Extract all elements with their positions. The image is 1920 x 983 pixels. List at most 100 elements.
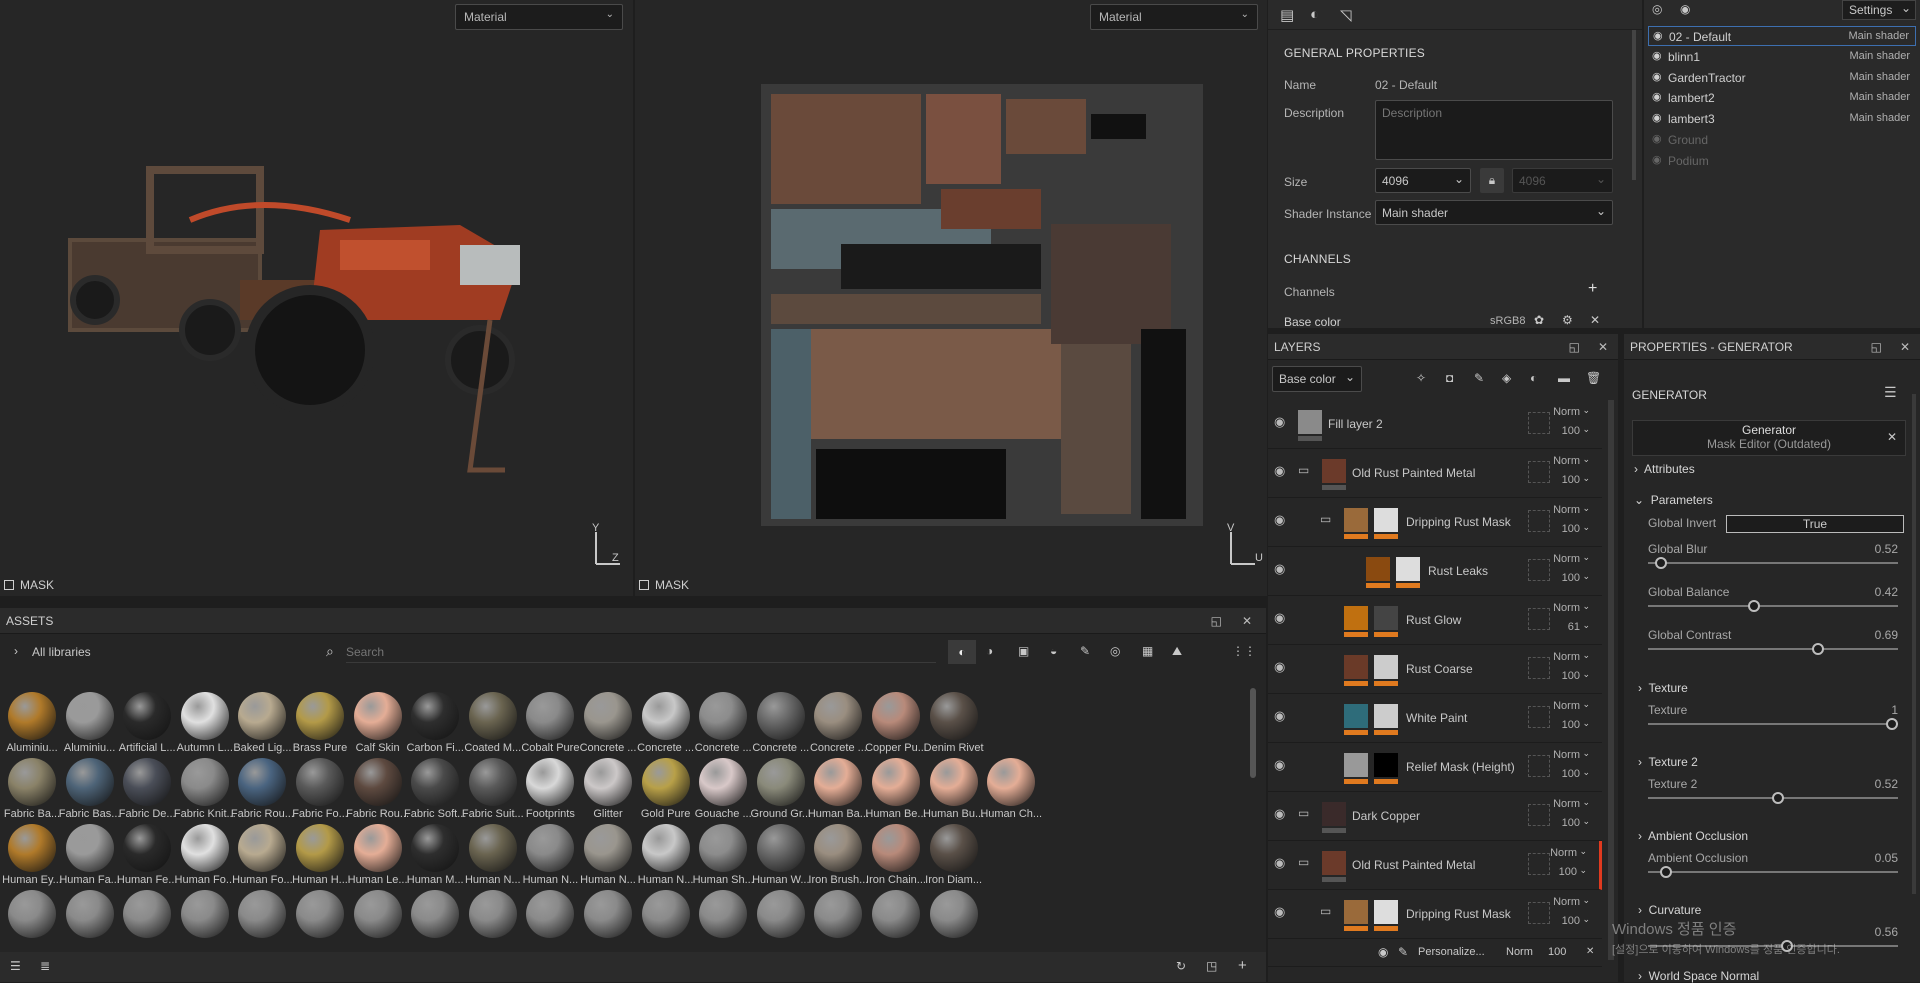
layer-opacity[interactable]: 100 (1562, 523, 1580, 535)
description-field[interactable] (1375, 100, 1613, 160)
material-preview-sphere[interactable] (411, 890, 460, 938)
material-preview-sphere[interactable] (929, 824, 978, 872)
texture-set-item[interactable]: ◉ Podium (1648, 151, 1916, 171)
close-icon[interactable]: ✕ (1586, 946, 1594, 957)
material-preview-sphere[interactable] (123, 890, 172, 938)
visibility-eye-icon[interactable]: ◉ (1274, 806, 1285, 822)
refresh-icon[interactable]: ↻ (1176, 959, 1186, 973)
material-preview-sphere[interactable] (468, 890, 517, 938)
material-preview-sphere[interactable] (296, 692, 344, 740)
layer-opacity[interactable]: 100 (1562, 474, 1580, 486)
layer-opacity[interactable]: 100 (1562, 719, 1580, 731)
layer-opacity[interactable]: 100 (1562, 768, 1580, 780)
channel-remove-icon[interactable]: ✕ (1590, 313, 1600, 327)
menu-icon[interactable]: ☰ (1884, 384, 1897, 401)
texture-set-item[interactable]: ◉ GardenTractor Main shader (1648, 68, 1916, 88)
material-preview-sphere[interactable] (526, 824, 575, 872)
material-preview-sphere[interactable] (65, 692, 114, 740)
slider-handle[interactable] (1812, 643, 1825, 655)
uv-icon[interactable]: ◹ (1340, 6, 1352, 24)
material-preview-sphere[interactable] (468, 824, 517, 872)
material-icon[interactable]: ◐ (1310, 6, 1319, 23)
layer-row[interactable]: ◉ ▭ Old Rust Painted Metal Norm ⌄ 100 ⌄ (1268, 449, 1602, 498)
material-preview-sphere[interactable] (699, 758, 748, 806)
eye-link-icon[interactable]: ◎ (1652, 2, 1662, 16)
material-preview-sphere[interactable] (296, 758, 344, 806)
visibility-eye-icon[interactable]: ◉ (1274, 708, 1285, 724)
folder-icon[interactable]: ▭ (1320, 904, 1331, 918)
material-preview-sphere[interactable] (238, 692, 287, 740)
material-preview-sphere[interactable] (814, 758, 863, 806)
add-smart-material-icon[interactable]: ◐ (1530, 371, 1537, 385)
delete-layer-icon[interactable]: 🗑︎ (1586, 371, 1601, 385)
slider-handle[interactable] (1659, 866, 1672, 878)
material-preview-sphere[interactable] (353, 692, 402, 740)
sub-layer-opacity[interactable]: 100 (1548, 946, 1566, 958)
material-preview-sphere[interactable] (353, 824, 402, 872)
layer-opacity[interactable]: 100 (1559, 866, 1577, 878)
blend-mode[interactable]: Norm (1553, 602, 1580, 614)
generator-card[interactable]: Generator Mask Editor (Outdated) ✕ (1632, 420, 1906, 456)
filter-generators-icon[interactable]: ◒ (1050, 644, 1057, 658)
shader-instance-dropdown[interactable]: Main shader ⌄ (1375, 200, 1613, 225)
blend-mode[interactable]: Norm (1553, 896, 1580, 908)
folder-icon[interactable]: ▭ (1298, 463, 1309, 477)
layer-mask-slot[interactable] (1528, 804, 1550, 826)
layer-row[interactable]: ◉ Fill layer 2 Norm ⌄ 100 ⌄ (1268, 400, 1602, 449)
layer-mask-slot[interactable] (1528, 853, 1550, 875)
add-channel-icon[interactable]: + (1588, 280, 1597, 298)
material-preview-sphere[interactable] (411, 758, 460, 806)
add-fill-layer-icon[interactable]: ◈ (1502, 371, 1511, 385)
texture-set-icon[interactable]: ▤ (1280, 6, 1294, 24)
parameter-slider[interactable] (1648, 648, 1898, 650)
material-preview-sphere[interactable] (123, 824, 172, 872)
material-preview-sphere[interactable] (65, 890, 114, 938)
parameter-slider[interactable] (1648, 562, 1898, 564)
material-preview-sphere[interactable] (641, 824, 690, 872)
blend-mode[interactable]: Norm (1553, 455, 1580, 467)
material-preview-sphere[interactable] (8, 758, 56, 806)
channel-settings-icon[interactable]: ⚙ (1562, 313, 1573, 327)
parameter-slider[interactable] (1648, 723, 1898, 725)
viewport-2d-mask-toggle[interactable]: MASK (639, 578, 689, 592)
material-preview-sphere[interactable] (929, 758, 978, 806)
layer-opacity[interactable]: 100 (1562, 572, 1580, 584)
material-preview-sphere[interactable] (123, 758, 172, 806)
global-invert-toggle[interactable]: True (1726, 515, 1904, 533)
slider-handle[interactable] (1886, 718, 1898, 730)
material-preview-sphere[interactable] (929, 890, 978, 938)
add-folder-icon[interactable]: ▬ (1558, 371, 1570, 385)
texture-set-item[interactable]: ◉ blinn1 Main shader (1648, 47, 1916, 67)
blend-mode[interactable]: Norm (1550, 847, 1577, 859)
slider-handle[interactable] (1747, 600, 1760, 612)
visibility-eye-icon[interactable]: ◉ (1652, 49, 1662, 62)
material-preview-sphere[interactable] (411, 824, 460, 872)
layer-mask-slot[interactable] (1528, 657, 1550, 679)
material-preview-sphere[interactable] (699, 890, 748, 938)
close-icon[interactable]: ✕ (1598, 340, 1608, 354)
layer-opacity[interactable]: 100 (1562, 915, 1580, 927)
search-input[interactable] (346, 641, 936, 663)
material-preview-sphere[interactable] (180, 824, 229, 872)
parameter-group[interactable]: › Texture 2 (1638, 755, 1698, 769)
material-preview-sphere[interactable] (872, 692, 920, 740)
material-preview-sphere[interactable] (180, 758, 229, 806)
settings-dropdown[interactable]: Settings ⌄ (1842, 0, 1916, 20)
size-lock-button[interactable]: 🔒︎ (1480, 168, 1504, 193)
grid-view-icon[interactable]: ⋮⋮ (1232, 644, 1256, 658)
viewport-3d-mask-toggle[interactable]: MASK (4, 578, 54, 592)
material-preview-sphere[interactable] (756, 890, 805, 938)
maximize-icon[interactable]: ◱ (1211, 614, 1222, 628)
parameter-group[interactable]: › Ambient Occlusion (1638, 829, 1748, 843)
visibility-eye-icon[interactable]: ◉ (1378, 945, 1388, 959)
add-effect-icon[interactable]: ✧ (1416, 371, 1426, 385)
eye-icon[interactable]: ◉ (1680, 2, 1690, 16)
viewport-3d-mode-dropdown[interactable]: Material ⌄ (455, 4, 623, 30)
blend-mode[interactable]: Norm (1553, 798, 1580, 810)
material-preview-sphere[interactable] (641, 890, 690, 938)
sub-layer-row[interactable]: ◉ ✎ Personalize... Norm 100 ✕ (1268, 939, 1602, 967)
material-preview-sphere[interactable] (756, 824, 805, 872)
material-preview-sphere[interactable] (872, 890, 920, 938)
texture-set-item[interactable]: ◉ lambert2 Main shader (1648, 88, 1916, 108)
parameters-section[interactable]: ⌄ Parameters (1634, 493, 1713, 507)
